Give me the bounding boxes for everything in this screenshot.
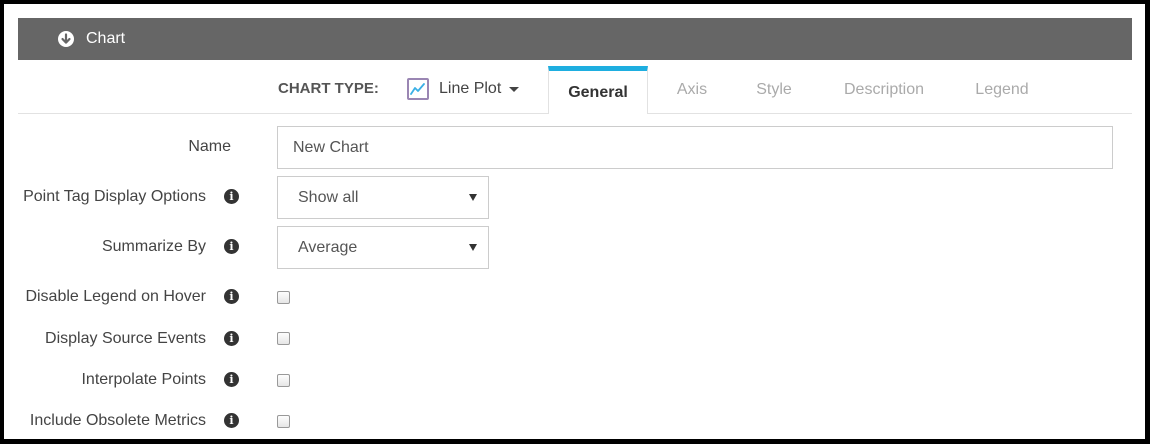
chart-type-dropdown[interactable]: Line Plot [407, 76, 520, 102]
info-icon[interactable]: i [224, 189, 239, 204]
info-icon[interactable]: i [224, 289, 239, 304]
line-plot-icon [407, 78, 429, 100]
tab-axis[interactable]: Axis [648, 66, 736, 113]
point-tag-select[interactable]: Show all [277, 176, 489, 219]
chart-panel-header[interactable]: Chart [18, 18, 1132, 60]
interpolate-points-label: Interpolate Points [81, 371, 206, 388]
info-icon[interactable]: i [224, 239, 239, 254]
tab-description[interactable]: Description [828, 66, 940, 113]
disable-legend-hover-checkbox[interactable] [277, 291, 290, 304]
disable-legend-hover-label: Disable Legend on Hover [25, 288, 206, 305]
info-icon[interactable]: i [224, 413, 239, 428]
point-tag-label: Point Tag Display Options [23, 188, 206, 205]
display-source-events-checkbox[interactable] [277, 332, 290, 345]
arrow-down-circle-icon[interactable] [57, 30, 75, 48]
interpolate-points-checkbox[interactable] [277, 374, 290, 387]
chart-type-label: CHART TYPE: [278, 80, 379, 97]
chart-type-value: Line Plot [439, 80, 502, 97]
tab-legend[interactable]: Legend [958, 66, 1046, 113]
display-source-events-label: Display Source Events [45, 330, 206, 347]
select-arrow-icon [469, 244, 477, 251]
include-obsolete-metrics-checkbox[interactable] [277, 415, 290, 428]
summarize-by-value: Average [298, 238, 358, 256]
summarize-by-select[interactable]: Average [277, 226, 489, 269]
window-frame: Chart CHART TYPE: Line Plot General Axis… [0, 0, 1150, 444]
chart-tabs-bar: CHART TYPE: Line Plot General Axis Style… [18, 66, 1132, 114]
tab-style[interactable]: Style [734, 66, 814, 113]
panel-title: Chart [86, 30, 126, 47]
include-obsolete-metrics-label: Include Obsolete Metrics [29, 412, 206, 429]
tab-general[interactable]: General [548, 66, 648, 114]
select-arrow-icon [469, 194, 477, 201]
summarize-by-label: Summarize By [101, 238, 206, 255]
info-icon[interactable]: i [224, 331, 239, 346]
name-label: Name [188, 138, 231, 155]
info-icon[interactable]: i [224, 372, 239, 387]
caret-down-icon [509, 86, 520, 92]
point-tag-value: Show all [298, 188, 359, 206]
name-input[interactable]: New Chart [277, 126, 1113, 169]
